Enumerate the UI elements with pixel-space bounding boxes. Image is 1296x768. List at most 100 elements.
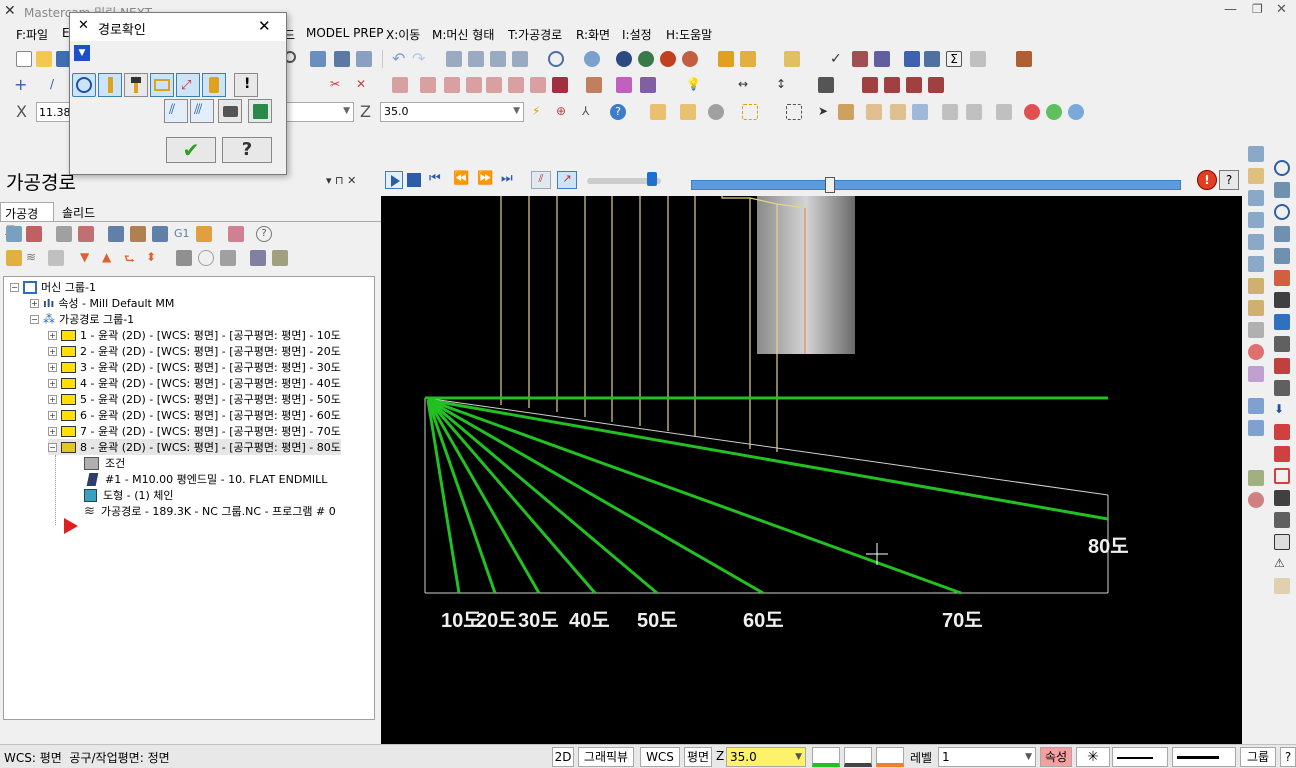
fast-point-icon[interactable]: ⚡ [532, 104, 548, 120]
fast-path-button[interactable]: ⫻ [190, 99, 214, 123]
box-icon[interactable] [1274, 512, 1290, 528]
origin-icon[interactable]: ⅄ [582, 104, 598, 120]
regen-dirty-icon[interactable] [78, 226, 94, 242]
screenshot-button[interactable] [218, 99, 242, 123]
pin-icon[interactable] [1274, 490, 1290, 506]
expand-icon[interactable]: + [48, 362, 57, 372]
redo-icon[interactable]: ↷ [412, 51, 428, 67]
lock-icon[interactable] [6, 250, 22, 266]
progress-thumb[interactable] [825, 177, 835, 193]
menu-machine[interactable]: M:머신 형태 [432, 26, 494, 43]
collapse-icon[interactable]: − [10, 282, 19, 292]
tree-toolpath-group[interactable]: − ⁂ 가공경로 그룹-1 [30, 311, 134, 327]
contour-icon[interactable] [884, 77, 900, 93]
select-solid-icon[interactable] [356, 51, 372, 67]
tree-geometry[interactable]: 도형 - (1) 체인 [84, 487, 174, 503]
expand-icon[interactable] [272, 250, 288, 266]
tree-operation[interactable]: +3 - 윤곽 (2D) - [WCS: 평면] - [공구평면: 평면] - … [48, 359, 341, 375]
autocursor-icon[interactable]: ⊕ [556, 104, 572, 120]
edge-select-icon[interactable] [912, 104, 928, 120]
layers-icon[interactable] [1248, 470, 1264, 486]
move-down-icon[interactable]: ▼ [80, 250, 96, 266]
select-dirty-icon[interactable] [26, 226, 42, 242]
analyze-2-icon[interactable] [1274, 248, 1290, 264]
stop-button[interactable] [407, 173, 421, 187]
curve-icon[interactable] [1248, 146, 1264, 162]
attributes-button[interactable]: 속성 [1040, 747, 1072, 767]
expand-icon[interactable]: + [48, 394, 57, 404]
globe-icon[interactable] [548, 51, 564, 67]
cursor-arrow-icon[interactable]: ➤ [818, 104, 834, 120]
tree-operation[interactable]: +1 - 윤곽 (2D) - [WCS: 평면] - [공구평면: 평면] - … [48, 327, 341, 343]
sphere-view-icon[interactable] [1274, 204, 1290, 220]
step-path-button[interactable]: ⫽ [164, 99, 188, 123]
loop-select-icon[interactable] [942, 104, 958, 120]
display-shaded-button[interactable] [202, 73, 226, 97]
ok-button[interactable]: ✔ [166, 137, 216, 163]
curve-2-icon[interactable] [1248, 190, 1264, 206]
trim-icon[interactable]: ✂ [330, 77, 346, 93]
machine-sim-icon[interactable] [1016, 51, 1032, 67]
lightbulb-icon[interactable]: 💡 [686, 77, 702, 93]
help-icon[interactable]: ? [256, 226, 272, 242]
new-file-icon[interactable] [16, 51, 32, 67]
help-circle-icon-2[interactable] [1068, 104, 1084, 120]
puzzle-icon[interactable] [904, 51, 920, 67]
break-icon[interactable] [392, 77, 408, 93]
progress-track[interactable] [691, 177, 1181, 193]
tree-operation-selected[interactable]: − 8 - 윤곽 (2D) - [WCS: 평면] - [공구평면: 평면] - … [48, 439, 341, 455]
toggle-post-icon[interactable] [48, 250, 64, 266]
dialog-close-button[interactable]: ✕ [258, 17, 271, 35]
lightning-curve-icon[interactable] [1248, 168, 1264, 184]
play-button[interactable] [385, 171, 403, 189]
tree-properties[interactable]: + ılı 속성 - Mill Default MM [30, 295, 174, 311]
step-forward-button[interactable]: ⏩ [477, 171, 497, 189]
z-depth-dropdown[interactable]: 35.0 ▼ [726, 747, 806, 767]
select-chain-icon[interactable] [334, 51, 350, 67]
backface-icon[interactable] [966, 104, 982, 120]
mode-2d-button[interactable]: 2D [552, 747, 574, 767]
menu-file[interactable]: F:파일 [16, 26, 48, 43]
backplot-help-button[interactable]: ? [1219, 170, 1239, 190]
toolpath-2-icon[interactable] [1248, 366, 1264, 382]
check-mark-icon[interactable]: ✓ [830, 51, 846, 67]
skip-end-button[interactable]: ⏭ [501, 171, 521, 189]
show-all-icon[interactable] [198, 250, 214, 266]
tool-manager-icon[interactable] [220, 250, 236, 266]
pocket-icon[interactable] [906, 77, 922, 93]
plane-button[interactable]: 평면 [684, 747, 712, 767]
line-style-dropdown[interactable] [1112, 747, 1168, 767]
scale-icon[interactable] [486, 77, 502, 93]
stop-circle-icon[interactable] [1024, 104, 1040, 120]
shaded-icon[interactable] [638, 51, 654, 67]
show-selected-icon[interactable] [176, 250, 192, 266]
regen-icon[interactable] [56, 226, 72, 242]
drill-icon[interactable] [862, 77, 878, 93]
rotate-icon[interactable] [508, 77, 524, 93]
surface-color-button[interactable] [844, 747, 872, 767]
statistics-icon[interactable] [852, 51, 868, 67]
offset-icon[interactable] [552, 77, 568, 93]
wire-sphere-icon[interactable] [616, 51, 632, 67]
save-geometry-button[interactable] [248, 99, 272, 123]
collapse-icon[interactable]: − [30, 314, 39, 324]
color-button[interactable] [812, 747, 840, 767]
verify-icon[interactable] [996, 104, 1012, 120]
line-tool-icon[interactable] [1274, 380, 1290, 396]
blocks-icon[interactable] [1274, 314, 1290, 330]
stock-icon[interactable] [250, 250, 266, 266]
tree-toolpath[interactable]: ≋ 가공경로 - 189.3K - NC 그룹.NC - 프로그램 # 0 [84, 503, 336, 519]
pencil-icon[interactable] [718, 51, 734, 67]
group-button[interactable]: 그룹 [1240, 747, 1276, 767]
hatch-icon[interactable] [818, 77, 834, 93]
no-entry-icon[interactable] [1248, 344, 1264, 360]
grid-layout-icon[interactable] [970, 51, 986, 67]
curve-3-icon[interactable] [1248, 212, 1264, 228]
hidden-line-icon[interactable] [682, 51, 698, 67]
collapse-icon[interactable]: − [48, 442, 57, 452]
tree-operation[interactable]: +6 - 윤곽 (2D) - [WCS: 평면] - [공구평면: 평면] - … [48, 407, 341, 423]
graphics-viewport[interactable]: 10도 20도 30도 40도 50도 60도 70도 80도 [381, 164, 1242, 744]
arrange-icon[interactable] [1248, 398, 1264, 414]
face-select-icon[interactable] [890, 104, 906, 120]
menu-model-prep[interactable]: MODEL PREP [306, 26, 384, 40]
